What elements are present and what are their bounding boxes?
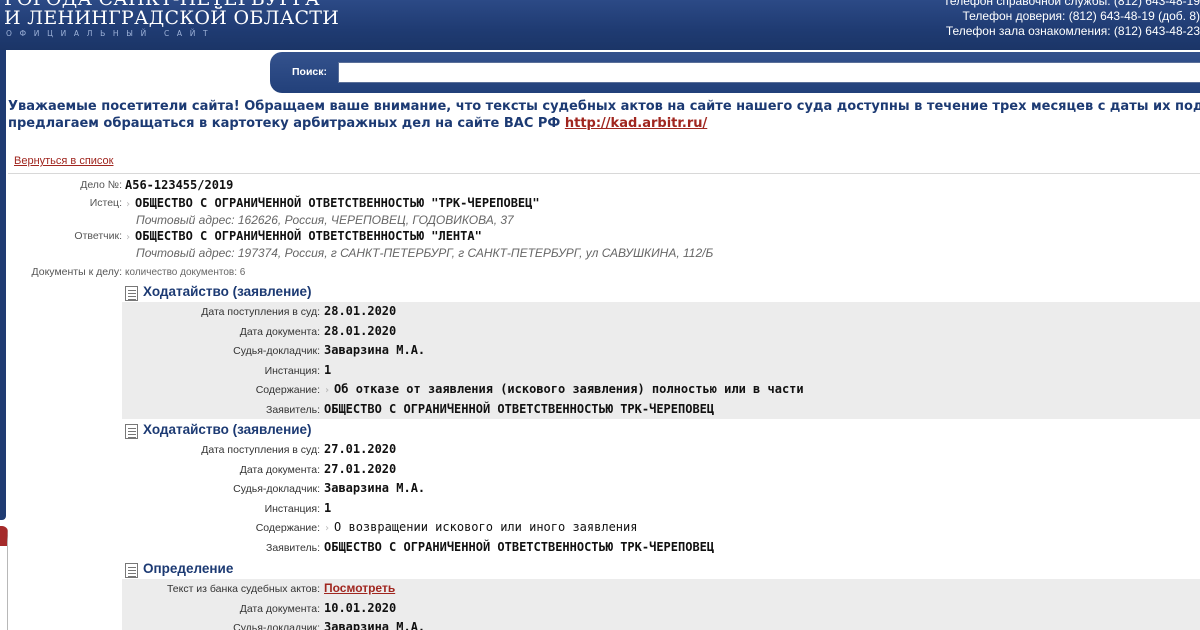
field-label: Дата документа:	[239, 602, 320, 615]
field-instance: Инстанция: 1	[122, 499, 1200, 519]
chevron-right-icon: ›	[125, 199, 132, 210]
court-title-line2: И ЛЕНИНГРАДСКОЙ ОБЛАСТИ	[4, 7, 340, 29]
field-applicant: Заявитель: ОБЩЕСТВО С ОГРАНИЧЕННОЙ ОТВЕТ…	[122, 538, 1200, 558]
document-title[interactable]: Определение	[143, 561, 233, 576]
case-card: Дело №: А56-123455/2019 Истец: › ОБЩЕСТВО…	[8, 173, 1200, 278]
phone-reading-room: Телефон зала ознакомления: (812) 643-48-…	[945, 24, 1200, 38]
field-label: Судья-докладчик:	[233, 345, 320, 357]
field-label: Дата поступления в суд:	[201, 306, 320, 318]
court-title[interactable]: ГОРОДА САНКТ-ПЕТЕРБУРГА И ЛЕНИНГРАДСКОЙ …	[4, 0, 340, 29]
field-label: Заявитель:	[265, 541, 320, 554]
field-label: Судья-докладчик:	[233, 622, 320, 630]
document-icon	[125, 563, 138, 578]
document-title[interactable]: Ходатайство (заявление)	[143, 284, 312, 299]
chevron-right-icon: ›	[125, 232, 132, 243]
field-judge: Судья-докладчик: Заварзина М.А.	[122, 479, 1200, 499]
field-value: 27.01.2020	[324, 461, 397, 476]
field-value: › О возвращении искового или иного заявле…	[324, 520, 638, 534]
search-label: Поиск:	[292, 66, 328, 78]
field-label: Содержание:	[255, 522, 320, 534]
field-applicant: Заявитель: ОБЩЕСТВО С ОГРАНИЧЕННОЙ ОТВЕТ…	[122, 400, 1200, 420]
defendant-label: Ответчик:	[74, 230, 122, 242]
field-doc-date: Дата документа: 10.01.2020	[122, 599, 1200, 619]
field-judge: Судья-докладчик: Заварзина М.А.	[122, 341, 1200, 361]
left-frame-border	[0, 50, 6, 520]
field-label: Дата поступления в суд:	[201, 444, 320, 456]
chevron-right-icon: ›	[324, 523, 331, 534]
field-value: 1	[324, 362, 332, 377]
notice-line1: Уважаемые посетители сайта! Обращаем ваш…	[8, 99, 1200, 114]
view-text-link[interactable]: Посмотреть	[324, 581, 395, 595]
field-received: Дата поступления в суд: 27.01.2020	[122, 440, 1200, 460]
case-number: А56-123455/2019	[125, 178, 234, 192]
field-content: Содержание: › О возвращении искового или …	[122, 518, 1200, 538]
field-value: 28.01.2020	[324, 323, 397, 338]
kad-arbitr-link[interactable]: http://kad.arbitr.ru/	[565, 116, 707, 131]
document-details: Дата поступления в суд: 27.01.2020 Дата …	[122, 440, 1200, 557]
contact-phones: Телефон справочной службы: (812) 643-48-…	[943, 0, 1200, 39]
field-label: Дата документа:	[239, 325, 320, 338]
phone-trust: Телефон доверия: (812) 643-48-19 (доб. 8…	[962, 9, 1200, 23]
field-value: Заварзина М.А.	[324, 343, 426, 357]
field-value: 10.01.2020	[324, 600, 397, 615]
plaintiff-address: Почтовый адрес: 162626, Россия, ЧЕРЕПОВЕ…	[136, 213, 514, 227]
field-value: › Об отказе от заявления (искового заявле…	[324, 382, 804, 396]
field-instance: Инстанция: 1	[122, 361, 1200, 381]
notice-line2-text: предлагаем обращаться в картотеку арбитр…	[8, 116, 561, 131]
document-title[interactable]: Ходатайство (заявление)	[143, 422, 312, 437]
field-value: 28.01.2020	[324, 304, 397, 318]
field-doc-date: Дата документа: 27.01.2020	[122, 460, 1200, 480]
field-received: Дата поступления в суд: 28.01.2020	[122, 302, 1200, 322]
document-icon	[125, 424, 138, 439]
document-card: Ходатайство (заявление) Дата поступления…	[122, 421, 1200, 557]
field-label: Текст из банка судебных актов:	[166, 583, 320, 595]
field-label: Заявитель:	[265, 403, 320, 416]
document-card: Ходатайство (заявление) Дата поступления…	[122, 283, 1200, 419]
documents-label: Документы к делу:	[31, 266, 122, 278]
search-input[interactable]	[338, 62, 1200, 83]
field-label: Судья-докладчик:	[233, 483, 320, 495]
field-content: Содержание: › Об отказе от заявления (иск…	[122, 380, 1200, 400]
chevron-right-icon: ›	[324, 385, 331, 396]
left-frame-tab	[0, 526, 8, 630]
site-header: ГОРОДА САНКТ-ПЕТЕРБУРГА И ЛЕНИНГРАДСКОЙ …	[0, 0, 1200, 50]
document-header[interactable]: Ходатайство (заявление)	[122, 283, 1200, 302]
document-icon	[125, 286, 138, 301]
plaintiff-name: › ОБЩЕСТВО С ОГРАНИЧЕННОЙ ОТВЕТСТВЕННОСТЬ…	[125, 196, 540, 210]
defendant-address: Почтовый адрес: 197374, Россия, г САНКТ-…	[136, 246, 714, 260]
document-details: Дата поступления в суд: 28.01.2020 Дата …	[122, 302, 1200, 419]
back-to-list-link[interactable]: Вернуться в список	[14, 155, 113, 167]
field-text-bank: Текст из банка судебных актов: Посмотрет…	[122, 579, 1200, 599]
document-details: Текст из банка судебных актов: Посмотрет…	[122, 579, 1200, 630]
field-judge: Судья-докладчик: Заварзина М.А.	[122, 618, 1200, 630]
field-label: Инстанция:	[264, 502, 320, 515]
field-label: Дата документа:	[239, 463, 320, 476]
field-value: ОБЩЕСТВО С ОГРАНИЧЕННОЙ ОТВЕТСТВЕННОСТЬЮ…	[324, 539, 715, 554]
defendant-name: › ОБЩЕСТВО С ОГРАНИЧЕННОЙ ОТВЕТСТВЕННОСТЬ…	[125, 229, 482, 243]
field-value: 27.01.2020	[324, 442, 397, 456]
field-value: Заварзина М.А.	[324, 620, 426, 630]
phone-service: Телефон справочной службы: (812) 643-48-…	[943, 0, 1200, 8]
field-value: Заварзина М.А.	[324, 481, 426, 495]
document-header[interactable]: Ходатайство (заявление)	[122, 421, 1200, 440]
field-value: 1	[324, 500, 332, 515]
field-doc-date: Дата документа: 28.01.2020	[122, 322, 1200, 342]
notice-line2: предлагаем обращаться в картотеку арбитр…	[8, 115, 1200, 132]
field-value: ОБЩЕСТВО С ОГРАНИЧЕННОЙ ОТВЕТСТВЕННОСТЬЮ…	[324, 401, 715, 416]
search-bar: Поиск:	[270, 52, 1200, 93]
court-subtitle: ОФИЦИАЛЬНЫЙ САЙТ	[6, 29, 216, 38]
divider	[8, 173, 1200, 174]
field-label: Содержание:	[255, 384, 320, 396]
document-header[interactable]: Определение	[122, 560, 1200, 579]
document-card: Определение Текст из банка судебных акто…	[122, 560, 1200, 630]
documents-count: количество документов: 6	[125, 267, 246, 278]
plaintiff-label: Истец:	[89, 197, 122, 209]
field-label: Инстанция:	[264, 364, 320, 377]
site-notice: Уважаемые посетители сайта! Обращаем ваш…	[8, 98, 1200, 132]
case-number-label: Дело №:	[80, 179, 122, 191]
